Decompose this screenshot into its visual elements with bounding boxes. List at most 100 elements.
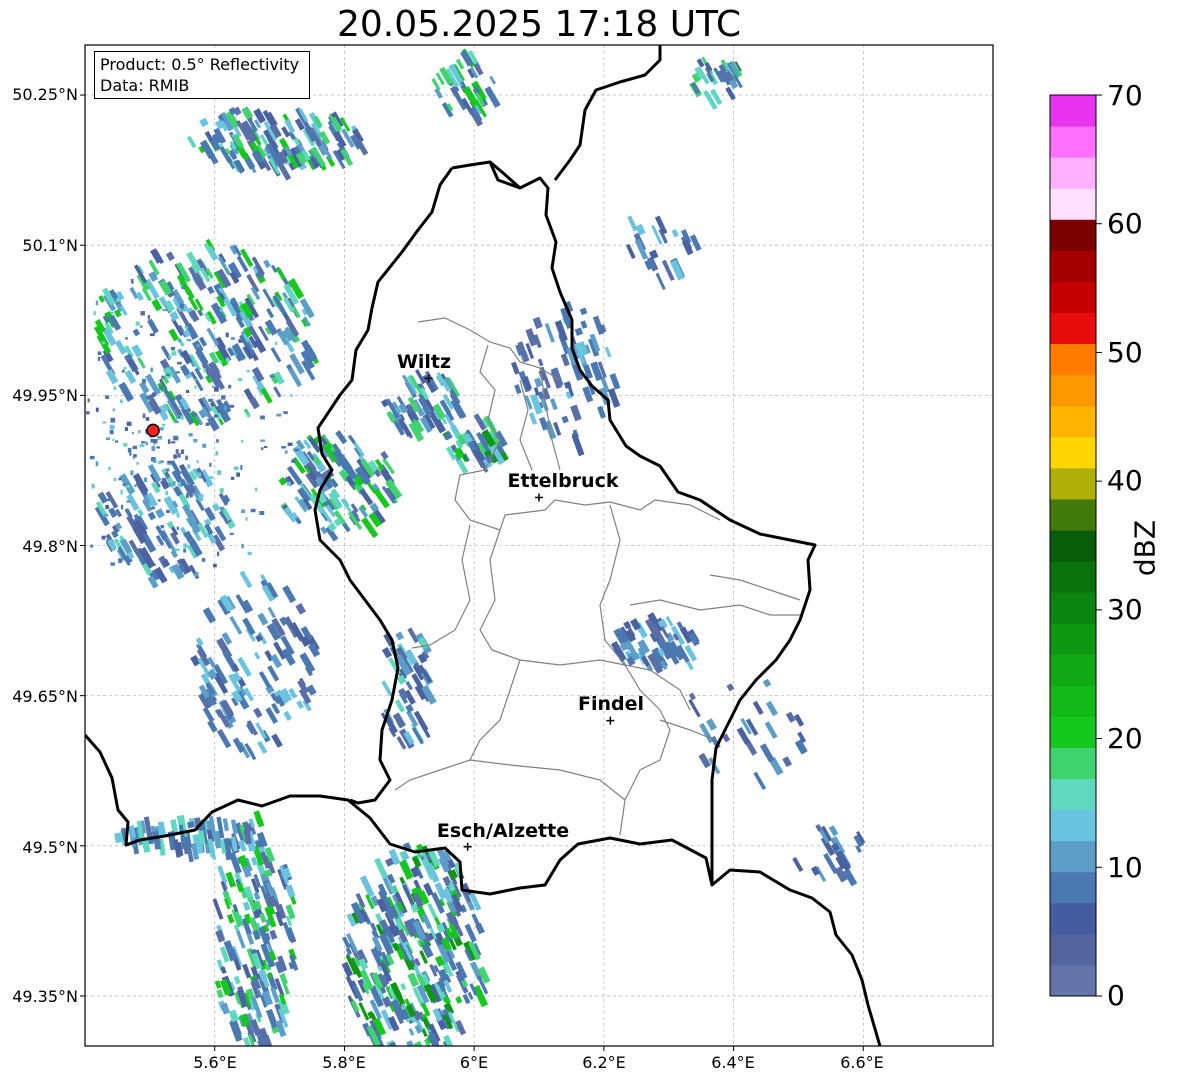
echo-cell xyxy=(285,477,288,482)
colorbar-tick: 70 xyxy=(1107,79,1143,112)
echo-cell xyxy=(161,477,167,483)
echo-cell xyxy=(549,398,558,411)
echo-cell xyxy=(91,483,95,489)
info-box: Product: 0.5° Reflectivity Data: RMIB xyxy=(94,51,310,99)
echo-cell xyxy=(120,399,123,404)
echo-cell xyxy=(597,405,607,419)
colorbar-segment xyxy=(1050,778,1096,811)
echo-cell xyxy=(253,651,261,660)
radar-site-marker[interactable] xyxy=(146,423,160,438)
echo-cell xyxy=(156,446,160,449)
colorbar-segment xyxy=(1050,747,1096,780)
echo-cell xyxy=(285,884,296,898)
echo-cell xyxy=(794,739,808,755)
echo-cell xyxy=(207,719,218,733)
echo-cell xyxy=(274,341,278,346)
echo-cell xyxy=(81,464,84,467)
echo-cell xyxy=(257,740,268,754)
city-marker xyxy=(463,842,472,851)
echo-cell xyxy=(120,504,124,510)
echo-cell xyxy=(253,810,265,828)
echo-cell xyxy=(64,374,66,379)
colorbar-segment xyxy=(1050,95,1096,127)
echo-cell xyxy=(688,699,701,718)
echo-cell xyxy=(408,1028,415,1036)
colorbar-segment xyxy=(1050,529,1096,562)
colorbar-segment xyxy=(1050,312,1096,345)
echo-cell xyxy=(217,551,220,557)
echo-cell xyxy=(162,423,166,427)
echo-cell xyxy=(380,450,389,460)
echo-cell xyxy=(782,756,793,768)
city-label-ettelbruck: Ettelbruck xyxy=(507,470,619,492)
echo-cell xyxy=(202,443,207,448)
colorbar-segment xyxy=(1050,654,1096,686)
echo-cell xyxy=(174,420,179,424)
echo-cell xyxy=(173,435,178,441)
colorbar-segment xyxy=(1050,436,1096,469)
echo-cell xyxy=(95,461,99,467)
echo-cell xyxy=(72,380,77,382)
echo-cell xyxy=(245,516,248,521)
echo-cell xyxy=(175,371,180,374)
echo-cell xyxy=(170,441,176,444)
lon-label: 6°E xyxy=(459,1053,489,1072)
echo-cell xyxy=(261,447,264,451)
echo-cell xyxy=(150,333,155,337)
echo-cell xyxy=(434,87,444,99)
echo-cell xyxy=(260,415,265,420)
echo-cell xyxy=(406,1040,418,1046)
echo-cell xyxy=(259,912,267,923)
echo-cell xyxy=(170,346,176,351)
echo-cell xyxy=(77,438,82,441)
colorbar-segment xyxy=(1050,467,1096,500)
echo-cell xyxy=(102,421,107,424)
echo-cell xyxy=(219,146,232,164)
echo-cell xyxy=(706,718,717,731)
echo-cell xyxy=(247,551,252,555)
echo-cell xyxy=(275,266,286,281)
echo-cell xyxy=(308,642,321,658)
echo-cell xyxy=(74,331,78,336)
echo-cell xyxy=(284,450,288,454)
echo-cell xyxy=(97,356,101,361)
echo-cell xyxy=(266,308,275,319)
echo-cell xyxy=(828,825,839,837)
echo-cell xyxy=(145,417,150,421)
echo-cell xyxy=(26,497,29,502)
echo-cell xyxy=(135,321,140,326)
echo-cell xyxy=(237,656,252,677)
echo-cell xyxy=(246,932,255,945)
colorbar-tick: 0 xyxy=(1107,979,1125,1012)
echo-cell xyxy=(358,1002,370,1021)
lat-label: 49.95°N xyxy=(12,386,78,405)
echo-cell xyxy=(725,86,736,101)
echo-cell xyxy=(2,440,6,445)
echo-cell xyxy=(155,508,165,519)
echo-cell xyxy=(112,438,115,441)
echo-cell xyxy=(270,347,282,363)
echo-cell xyxy=(625,243,636,259)
colorbar-segment xyxy=(1050,561,1096,593)
colorbar-label: dBZ xyxy=(1128,519,1162,577)
echo-cell xyxy=(269,929,278,940)
echo-cell xyxy=(179,303,184,309)
echo-cell xyxy=(145,441,148,446)
echo-cell xyxy=(609,373,621,390)
echo-cell xyxy=(511,361,520,375)
echo-cell xyxy=(168,482,172,487)
echo-cell xyxy=(122,483,126,486)
echo-cell xyxy=(97,351,102,356)
colorbar-tick: 50 xyxy=(1107,336,1143,369)
echo-cell xyxy=(373,469,382,478)
echo-cell xyxy=(263,259,271,268)
echo-cell xyxy=(101,341,106,345)
echo-cell xyxy=(137,356,146,369)
echo-cell xyxy=(175,548,180,552)
echo-cell xyxy=(77,368,81,373)
echo-cell xyxy=(147,511,157,521)
echo-cell xyxy=(95,300,99,306)
echo-cell xyxy=(152,392,156,397)
echo-cell xyxy=(95,407,99,412)
lon-label: 6.6°E xyxy=(840,1053,884,1072)
